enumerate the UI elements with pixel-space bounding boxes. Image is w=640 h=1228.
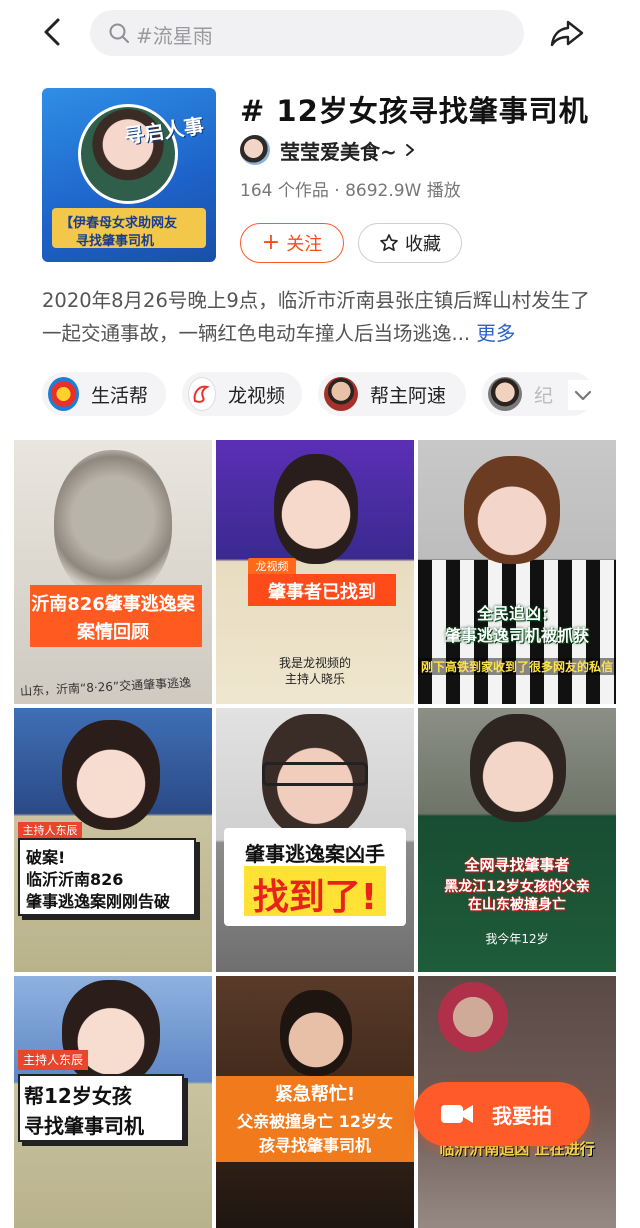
creator-avatar [48,377,79,411]
creator-chip-bangzhuasu[interactable]: 帮主阿速 [318,372,466,416]
video-caption: 孩寻找肇事司机 [258,1136,371,1155]
host-portrait [62,980,160,1086]
video-caption: 帮12岁女孩 [24,1084,132,1108]
video-subtitle: 刚下高铁到家收到了很多网友的私信 [418,658,616,675]
more-link[interactable]: 更多 [476,322,515,345]
video-caption: 肇事逃逸司机被抓获 [444,626,589,645]
topic-description: 2020年8月26号晚上9点，临沂市沂南县张庄镇后辉山村发生了一起交通事故，一辆… [42,284,598,350]
video-subtitle: 我是龙视频的 [278,656,351,670]
video-subtitle: 我今年12岁 [485,932,549,946]
video-caption: 案情回顾 [77,622,149,643]
sketch-portrait [54,450,172,600]
dragon-logo-icon [193,385,210,403]
chevron-down-icon [574,390,592,401]
shoot-button[interactable]: 我要拍 [414,1082,590,1146]
creator-chip-longshipin[interactable]: 龙视频 [182,372,302,416]
video-caption: 全民追凶： [476,604,557,623]
video-card[interactable]: 全网寻找肇事者 黑龙江12岁女孩的父亲 在山东被撞身亡 我今年12岁 [418,708,616,972]
plus-icon: + [261,230,281,255]
search-icon [109,23,129,43]
author-link[interactable]: 莹莹爱美食~ [240,134,417,166]
creator-avatar [324,377,358,411]
related-creators: 生活帮 龙视频 帮主阿速 纪 [42,372,640,416]
cover-banner-line1: 【伊春母女求助网友 [60,216,178,231]
topic-title: # 12岁女孩寻找肇事司机 [240,94,589,128]
video-caption: 临沂沂南826 [26,870,124,889]
video-caption: 父亲被撞身亡 12岁女 [237,1112,393,1131]
video-caption: 肇事逃逸案凶手 [245,842,385,866]
video-caption: 全网寻找肇事者 [464,856,570,874]
star-icon [380,234,398,251]
shoot-label: 我要拍 [492,1103,552,1128]
topic-stats: 164 个作品 · 8692.9W 播放 [240,181,461,201]
video-caption: 破案! [26,848,66,867]
girl-portrait [470,714,566,822]
expand-creators-button[interactable] [568,380,598,410]
search-placeholder: #流星雨 [136,24,213,48]
favorite-button[interactable]: 收藏 [358,223,462,263]
top-bar: #流星雨 [0,0,640,66]
search-input[interactable]: #流星雨 [90,10,524,56]
video-card[interactable]: 全民追凶： 肇事逃逸司机被抓获 刚下高铁到家收到了很多网友的私信 [418,440,616,704]
topic-cover-image: 寻启人事 【伊春母女求助网友 寻找肇事司机 [42,88,216,262]
video-caption: 在山东被撞身亡 [468,897,566,913]
video-caption: 紧急帮忙! [274,1084,356,1105]
host-portrait [274,454,358,564]
video-caption: 肇事者已找到 [268,582,376,603]
person-figure [438,982,508,1052]
creator-name: 帮主阿速 [370,384,447,407]
share-button[interactable] [548,14,586,52]
creator-name: 龙视频 [228,384,286,407]
video-card[interactable]: 紧急帮忙! 父亲被撞身亡 12岁女 孩寻找肇事司机 [216,976,414,1228]
author-avatar [240,135,270,165]
video-card[interactable]: 肇事逃逸案凶手 找到了! [216,708,414,972]
creator-chip-shenghuobang[interactable]: 生活帮 [42,372,166,416]
host-portrait [280,990,352,1076]
video-caption: 沂南826肇事逃逸案 [31,594,195,615]
back-button[interactable] [36,14,72,50]
video-caption: 找到了! [252,877,378,918]
video-caption: 肇事逃逸案刚刚告破 [26,892,171,911]
follow-button[interactable]: + 关注 [240,223,344,263]
video-subtitle: 主持人晓乐 [284,672,345,686]
creator-avatar [188,377,216,411]
creator-avatar [488,377,522,411]
chevron-left-icon [44,18,60,46]
share-icon [550,20,584,47]
video-camera-icon [441,1105,473,1123]
video-card[interactable]: 沂南826肇事逃逸案 案情回顾 山东，沂南“8·26”交通肇事逃逸 [14,440,212,704]
follow-label: 关注 [286,234,323,255]
creator-name: 生活帮 [90,384,148,407]
cover-banner-line2: 寻找肇事司机 [76,234,155,249]
glasses [262,762,368,786]
creator-name: 纪 [534,384,554,407]
chevron-right-icon [405,144,414,156]
video-card[interactable]: 主持人东辰 帮12岁女孩 寻找肇事司机 [14,976,212,1228]
host-portrait [62,720,160,830]
video-caption: 黑龙江12岁女孩的父亲 [444,879,590,895]
host-portrait [464,456,560,564]
video-tag: 主持人东辰 [18,1050,88,1070]
video-card[interactable]: 龙视频 肇事者已找到 我是龙视频的 主持人晓乐 [216,440,414,704]
video-card[interactable]: 主持人东辰 破案! 临沂沂南826 肇事逃逸案刚刚告破 [14,708,212,972]
favorite-label: 收藏 [405,234,441,255]
video-caption: 寻找肇事司机 [24,1114,144,1138]
author-name: 莹莹爱美食~ [280,139,397,164]
